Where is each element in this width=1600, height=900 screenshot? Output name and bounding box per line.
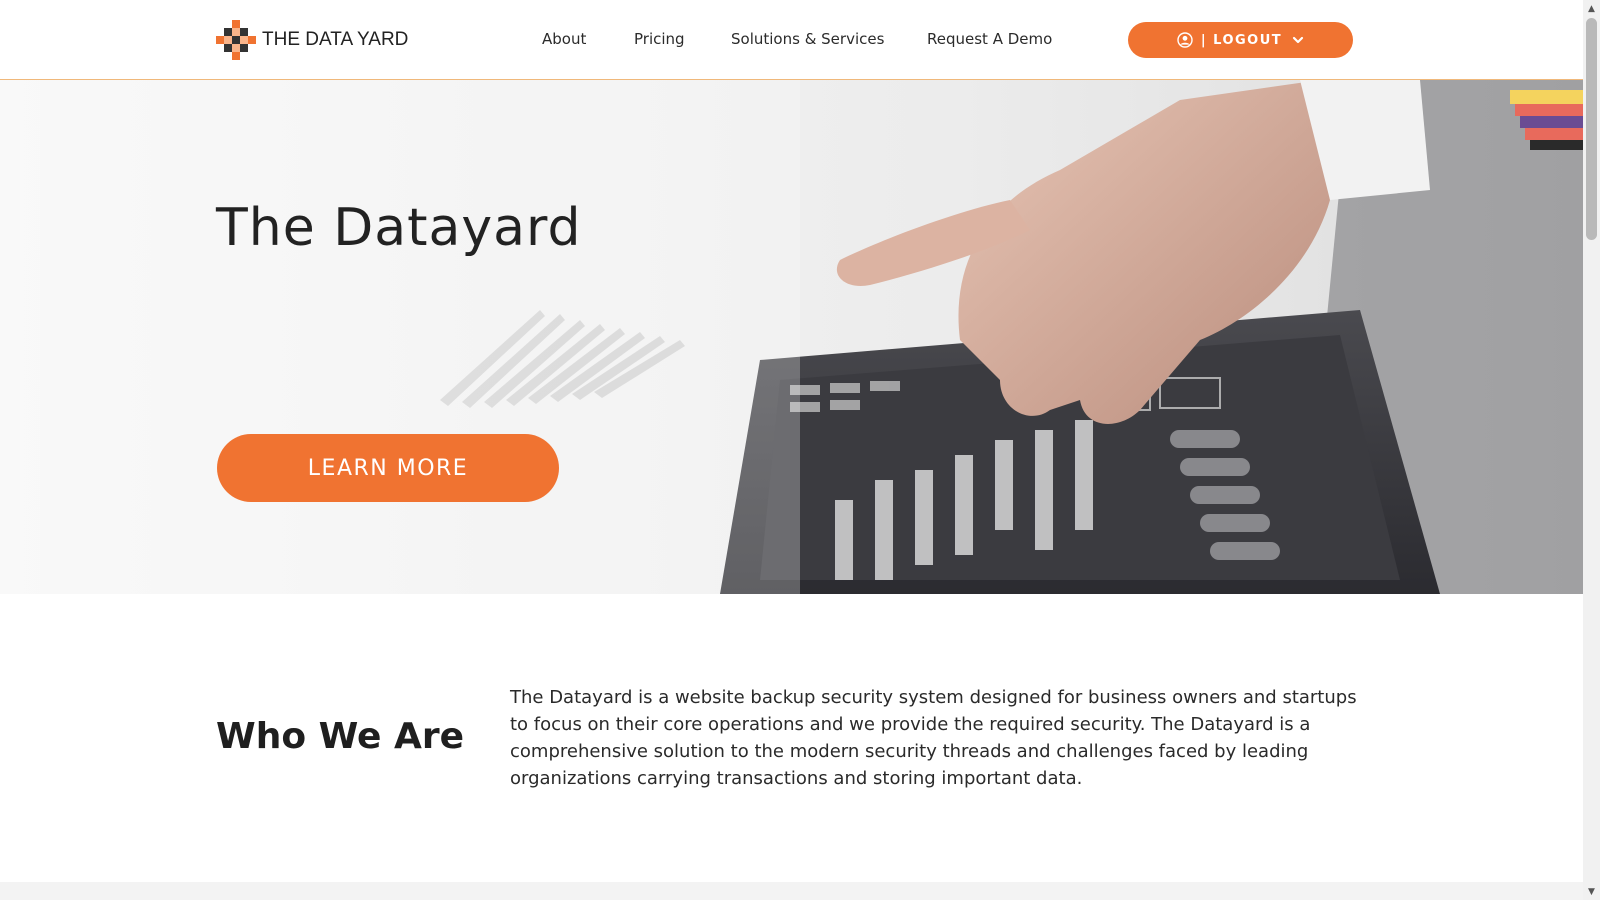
- hero-background-image: [0, 80, 1583, 594]
- who-we-are-heading: Who We Are: [216, 716, 465, 757]
- nav-request-demo[interactable]: Request A Demo: [927, 30, 1052, 48]
- nav-about[interactable]: About: [542, 30, 586, 48]
- logout-button[interactable]: | LOGOUT: [1128, 22, 1353, 58]
- who-we-are-text: The Datayard is a website backup securit…: [510, 687, 1357, 789]
- logo-mark-icon: [216, 20, 256, 60]
- scroll-down-icon[interactable]: ▼: [1583, 883, 1600, 900]
- next-section-edge: [0, 882, 1583, 900]
- chevron-down-icon: [1293, 36, 1304, 44]
- site-logo[interactable]: THE DATA YARD: [216, 20, 408, 60]
- user-icon: [1177, 32, 1193, 48]
- scroll-up-icon[interactable]: ▲: [1583, 0, 1600, 17]
- page-scrollbar[interactable]: ▲ ▼: [1583, 0, 1600, 900]
- site-header: THE DATA YARD About Pricing Solutions & …: [0, 0, 1583, 80]
- page: THE DATA YARD About Pricing Solutions & …: [0, 0, 1600, 900]
- nav-pricing[interactable]: Pricing: [634, 30, 685, 48]
- logo-text: THE DATA YARD: [262, 29, 409, 50]
- learn-more-button[interactable]: LEARN MORE: [217, 434, 559, 502]
- hero-title: The Datayard: [216, 198, 582, 258]
- nav-solutions-services[interactable]: Solutions & Services: [731, 30, 884, 48]
- scrollbar-thumb[interactable]: [1586, 18, 1597, 240]
- logout-label: | LOGOUT: [1200, 32, 1283, 48]
- hero-section: The Datayard LEARN MORE: [0, 80, 1583, 594]
